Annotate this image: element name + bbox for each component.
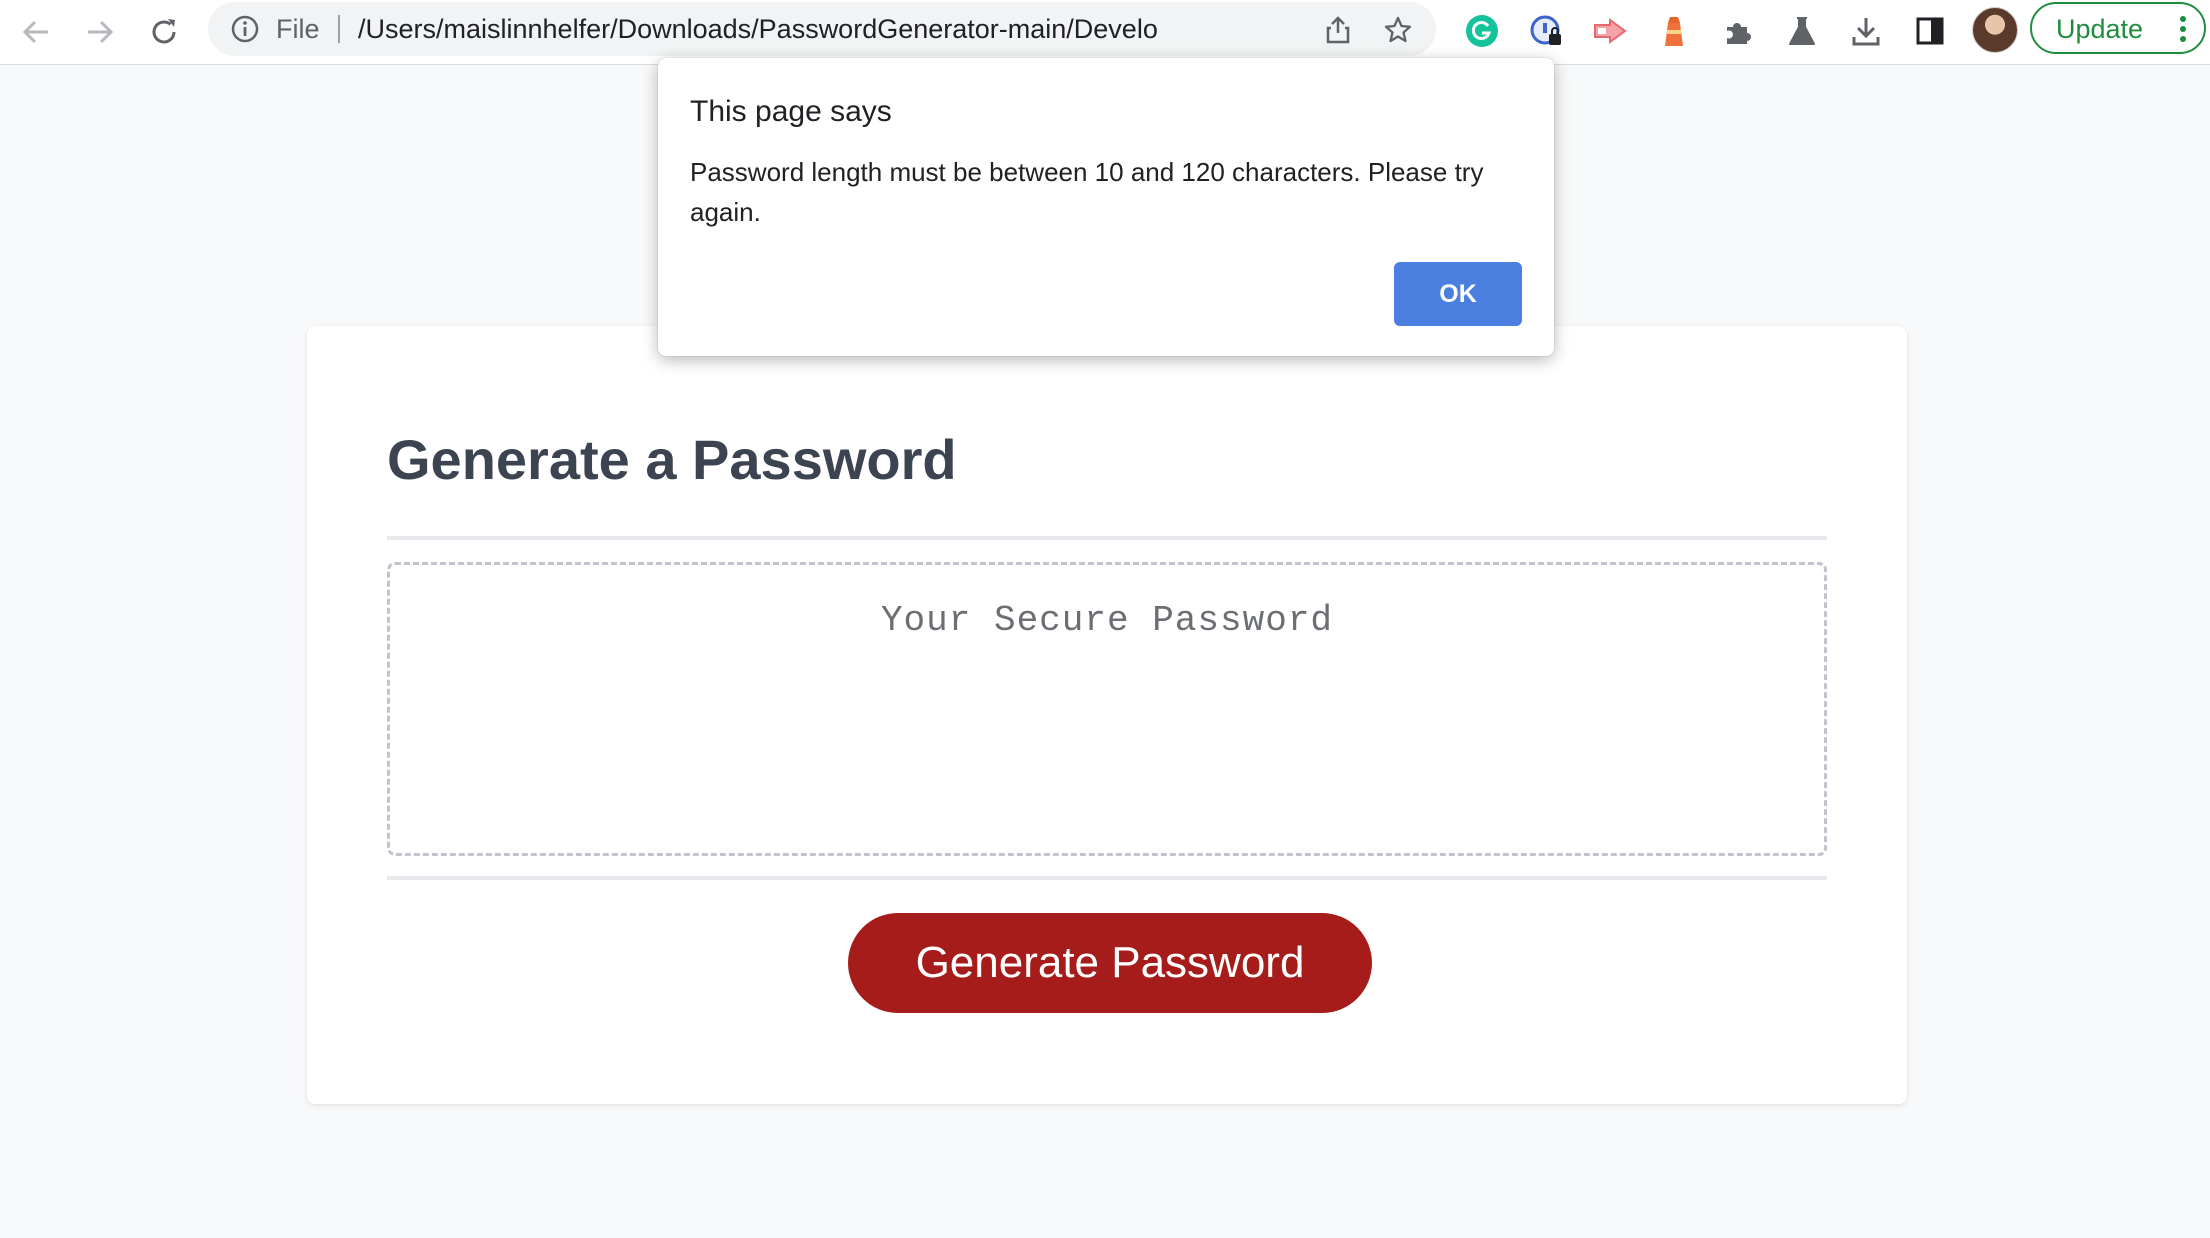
address-bar[interactable]: File /Users/maislinnhelfer/Downloads/Pas… — [208, 2, 1436, 56]
reload-icon — [152, 19, 176, 44]
side-panel-button[interactable] — [1908, 9, 1952, 53]
password-generator-card: Generate a Password Your Secure Password… — [307, 326, 1907, 1104]
browser-toolbar: File /Users/maislinnhelfer/Downloads/Pas… — [0, 0, 2210, 65]
update-button-label: Update — [2056, 14, 2144, 44]
footer-divider — [387, 876, 1827, 880]
bookmark-button[interactable] — [1378, 10, 1418, 50]
generate-password-button[interactable]: Generate Password — [848, 913, 1372, 1013]
password-manager-icon — [1530, 15, 1561, 45]
labs-button[interactable] — [1780, 9, 1824, 53]
downloads-button[interactable] — [1844, 9, 1888, 53]
password-manager-extension-button[interactable] — [1524, 9, 1568, 53]
url-scheme-label: File — [276, 14, 320, 44]
dialog-message: Password length must be between 10 and 1… — [690, 157, 1484, 227]
update-button[interactable]: Update — [2030, 2, 2206, 54]
labs-flask-icon — [1789, 17, 1815, 45]
side-panel-icon — [1916, 17, 1944, 45]
arrow-right-icon — [88, 20, 114, 44]
dialog-ok-button[interactable]: OK — [1394, 262, 1522, 326]
share-button[interactable] — [1318, 10, 1358, 50]
extensions-puzzle-icon — [1727, 23, 1751, 44]
lighthouse-icon — [1665, 17, 1683, 46]
url-separator — [338, 15, 340, 43]
arrow-left-icon — [22, 20, 48, 44]
info-icon[interactable] — [230, 14, 260, 44]
share-icon — [1326, 16, 1350, 44]
lighthouse-extension-button[interactable] — [1652, 9, 1696, 53]
url-text[interactable]: /Users/maislinnhelfer/Downloads/Password… — [358, 15, 1158, 43]
grammarly-extension-button[interactable] — [1460, 9, 1504, 53]
password-placeholder: Your Secure Password — [880, 600, 1334, 641]
profile-avatar[interactable] — [1972, 7, 2018, 53]
screen-recorder-icon — [1594, 18, 1627, 44]
dialog-ok-label: OK — [1439, 279, 1477, 308]
more-options-icon[interactable] — [2180, 16, 2186, 42]
back-button[interactable] — [12, 8, 60, 56]
page-title: Generate a Password — [387, 428, 957, 491]
forward-button[interactable] — [76, 8, 124, 56]
reload-button[interactable] — [140, 8, 188, 56]
grammarly-icon — [1466, 15, 1498, 47]
generate-password-label: Generate Password — [915, 938, 1305, 987]
star-icon — [1384, 16, 1412, 43]
dialog-title: This page says — [690, 95, 892, 128]
download-icon — [1852, 18, 1880, 46]
header-divider — [387, 536, 1827, 540]
screen-recorder-extension-button[interactable] — [1588, 9, 1632, 53]
alert-dialog: This page says Password length must be b… — [658, 58, 1554, 356]
password-output-textarea[interactable]: Your Secure Password — [387, 562, 1827, 856]
extensions-button[interactable] — [1716, 9, 1760, 53]
